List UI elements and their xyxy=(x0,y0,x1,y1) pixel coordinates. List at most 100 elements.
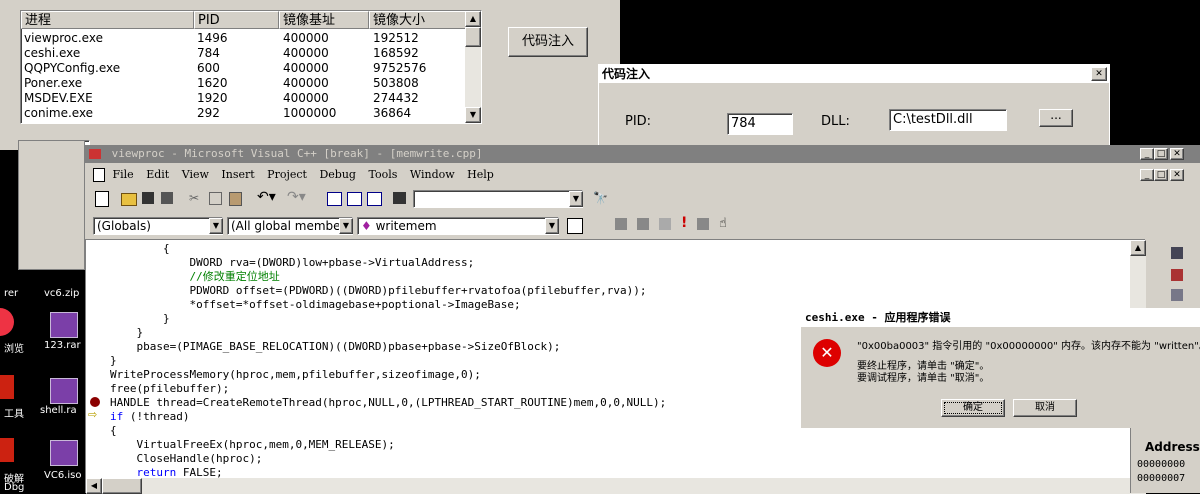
rar-icon[interactable] xyxy=(50,440,78,466)
process-row[interactable]: viewproc.exe 1496 400000 192512 xyxy=(21,31,466,46)
pid-input[interactable]: 784 xyxy=(727,113,793,135)
scroll-up-icon[interactable]: ▲ xyxy=(1130,240,1146,256)
process-cell: 1000000 xyxy=(283,106,337,120)
window-list-icon[interactable] xyxy=(367,192,382,206)
inject-code-button[interactable]: 代码注入 xyxy=(508,27,588,57)
editor-horizontal-scrollbar[interactable] xyxy=(86,478,1130,494)
vc-title-text: viewproc - Microsoft Visual C++ [break] … xyxy=(111,147,483,160)
code-line: CloseHandle(hproc); xyxy=(110,452,263,466)
member-combo-dropdown-icon[interactable]: ▼ xyxy=(339,218,353,234)
column-header-image-size[interactable]: 镜像大小 xyxy=(369,11,466,29)
output-icon[interactable] xyxy=(347,192,362,206)
column-header-image-base[interactable]: 镜像基址 xyxy=(279,11,369,29)
app-icon[interactable] xyxy=(0,375,14,399)
app-icon[interactable] xyxy=(0,438,14,462)
function-combo[interactable]: ♦ writemem xyxy=(357,217,559,235)
paste-icon[interactable] xyxy=(229,192,242,206)
step-into-icon[interactable] xyxy=(1171,247,1183,259)
step-over-icon[interactable] xyxy=(1171,269,1183,281)
execute-icon[interactable]: ! xyxy=(681,215,687,231)
go-icon[interactable] xyxy=(697,218,709,230)
menu-help[interactable]: Help xyxy=(467,168,494,181)
process-row[interactable]: conime.exe 292 1000000 36864 xyxy=(21,106,466,121)
process-cell: viewproc.exe xyxy=(24,31,103,45)
restore-doc-icon[interactable]: □ xyxy=(1154,169,1168,181)
close-icon[interactable]: ✕ xyxy=(1091,67,1107,81)
find-combo[interactable] xyxy=(413,190,583,208)
copy-icon[interactable] xyxy=(209,192,222,205)
find-in-files-icon[interactable] xyxy=(393,192,406,204)
ok-button[interactable]: 确定 xyxy=(941,399,1005,417)
menu-insert[interactable]: Insert xyxy=(221,168,254,181)
cancel-button[interactable]: 取消 xyxy=(1013,399,1077,417)
code-text: HANDLE thread=CreateRemoteThread(hproc,N… xyxy=(110,396,667,409)
rar-icon[interactable] xyxy=(50,378,78,404)
cut-icon[interactable]: ✂ xyxy=(189,191,199,205)
breakpoint-icon[interactable] xyxy=(90,397,100,407)
find-dropdown-icon[interactable]: ▼ xyxy=(569,191,583,207)
process-row[interactable]: ceshi.exe 784 400000 168592 xyxy=(21,46,466,61)
process-row[interactable]: MSDEV.EXE 1920 400000 274432 xyxy=(21,91,466,106)
open-folder-icon[interactable] xyxy=(121,193,137,206)
code-text: PDWORD offset=(PDWORD)((DWORD)pfilebuffe… xyxy=(189,284,647,297)
scroll-thumb[interactable] xyxy=(465,27,481,47)
minimize-icon[interactable]: _ xyxy=(1140,148,1154,160)
step-out-icon[interactable] xyxy=(1171,289,1183,301)
restore-icon[interactable]: □ xyxy=(1154,148,1168,160)
h-scroll-thumb[interactable] xyxy=(102,478,142,494)
build-icon[interactable] xyxy=(637,218,649,230)
workspace-icon[interactable] xyxy=(327,192,342,206)
menu-edit[interactable]: Edit xyxy=(146,168,169,181)
menu-debug[interactable]: Debug xyxy=(319,168,356,181)
minimize-doc-icon[interactable]: _ xyxy=(1140,169,1154,181)
save-icon[interactable] xyxy=(142,192,154,204)
code-text: CloseHandle(hproc); xyxy=(136,452,263,465)
scroll-down-icon[interactable]: ▼ xyxy=(465,107,481,123)
redo-icon[interactable]: ↷▾ xyxy=(287,189,306,205)
process-cell: conime.exe xyxy=(24,106,94,120)
process-cell: 192512 xyxy=(373,31,419,45)
process-row[interactable]: QQPYConfig.exe 600 400000 9752576 xyxy=(21,61,466,76)
breakpoint-hand-icon[interactable]: ☝ xyxy=(719,216,727,231)
memory-value: 00000007 xyxy=(1137,473,1186,484)
code-line: WriteProcessMemory(hproc,mem,pfilebuffer… xyxy=(110,368,481,382)
close-icon[interactable]: ✕ xyxy=(1170,148,1184,160)
save-all-icon[interactable] xyxy=(161,192,173,204)
lower-panel xyxy=(18,140,85,270)
menu-project[interactable]: Project xyxy=(267,168,307,181)
column-header-process[interactable]: 进程 xyxy=(21,11,194,29)
browse-button[interactable]: ... xyxy=(1039,109,1073,127)
undo-icon[interactable]: ↶▾ xyxy=(257,189,276,205)
menu-view[interactable]: View xyxy=(182,168,209,181)
process-cell: 1920 xyxy=(197,91,228,105)
process-list[interactable]: 进程 PID 镜像基址 镜像大小 viewproc.exe 1496 400000 1… xyxy=(20,10,482,124)
process-list-scrollbar[interactable]: ▲ ▼ xyxy=(465,11,481,123)
editor-gutter xyxy=(86,240,104,492)
menu-file[interactable]: File xyxy=(113,168,134,181)
rar-icon[interactable] xyxy=(50,312,78,338)
memory-panel: Address: 00000000 00000007 xyxy=(1130,428,1200,493)
find-icon[interactable]: 🔭 xyxy=(593,191,608,205)
compile-icon[interactable] xyxy=(615,218,627,230)
menu-window[interactable]: Window xyxy=(410,168,455,181)
code-keyword: if xyxy=(110,410,124,423)
scroll-left-icon[interactable]: ◀ xyxy=(86,478,102,494)
code-text: //修改重定位地址 xyxy=(189,270,280,283)
member-filter-combo[interactable]: (All global members xyxy=(227,217,353,235)
stop-build-icon[interactable] xyxy=(659,218,671,230)
new-file-icon[interactable] xyxy=(95,191,109,207)
class-combo[interactable]: (Globals) xyxy=(93,217,223,235)
menu-tools[interactable]: Tools xyxy=(368,168,397,181)
wizard-action-icon[interactable] xyxy=(567,218,583,234)
dll-path-input[interactable]: C:\testDll.dll xyxy=(889,109,1007,131)
class-combo-dropdown-icon[interactable]: ▼ xyxy=(209,218,223,234)
close-doc-icon[interactable]: ✕ xyxy=(1170,169,1184,181)
process-row[interactable]: Poner.exe 1620 400000 503808 xyxy=(21,76,466,91)
function-combo-dropdown-icon[interactable]: ▼ xyxy=(545,218,559,234)
scroll-up-icon[interactable]: ▲ xyxy=(465,11,481,27)
app-icon[interactable] xyxy=(0,308,14,336)
code-line: { xyxy=(110,424,117,438)
desktop-icon-label: 工具 xyxy=(4,409,24,420)
process-cell: 400000 xyxy=(283,31,329,45)
column-header-pid[interactable]: PID xyxy=(194,11,279,29)
